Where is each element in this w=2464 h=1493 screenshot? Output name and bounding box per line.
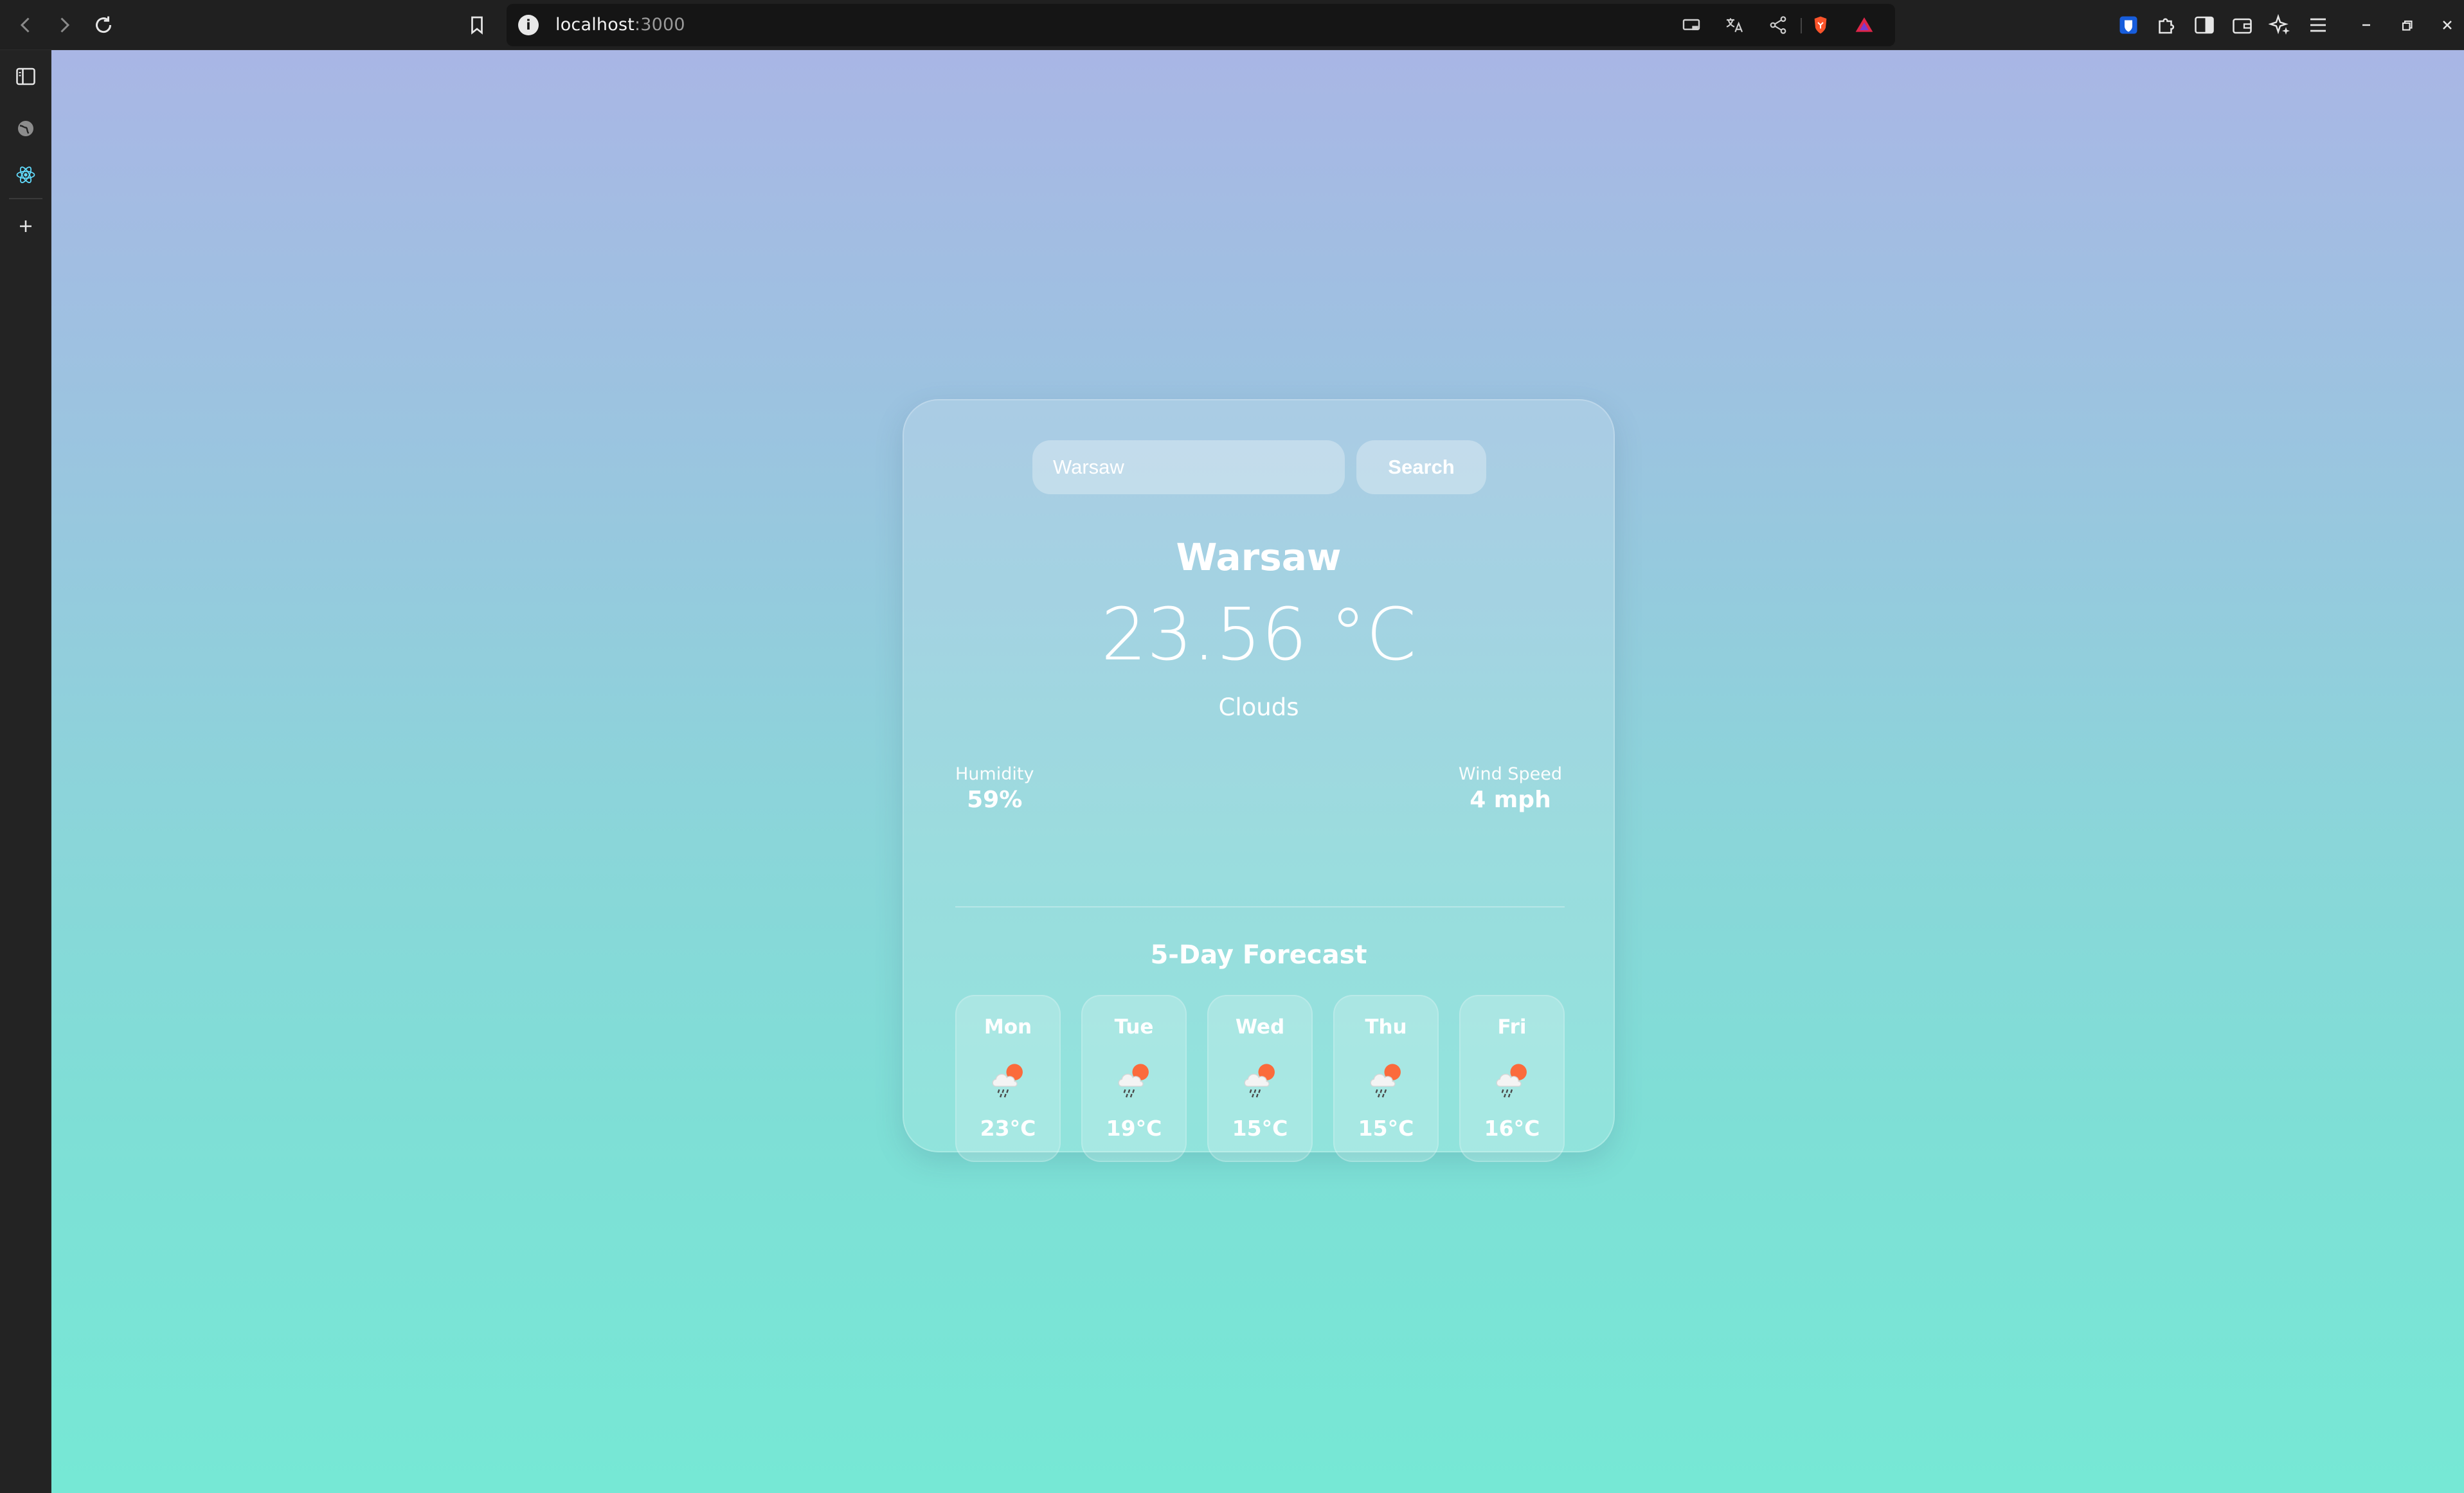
humidity-stat: Humidity 59%: [955, 764, 1034, 813]
forecast-day-temp: 23°C: [980, 1116, 1036, 1141]
bitwarden-extension-icon[interactable]: [2113, 10, 2144, 40]
url-separator: [1801, 18, 1802, 33]
forecast-day-name: Mon: [984, 1015, 1032, 1039]
wind-speed-stat: Wind Speed 4 mph: [1459, 764, 1562, 813]
divider: [955, 906, 1565, 907]
city-name: Warsaw: [1176, 535, 1342, 579]
site-info-icon[interactable]: i: [518, 15, 539, 35]
reload-icon[interactable]: [88, 10, 119, 40]
leo-ai-icon[interactable]: [2265, 10, 2296, 40]
sidebar-toggle-icon[interactable]: [2189, 10, 2220, 40]
wind-speed-value: 4 mph: [1470, 787, 1551, 813]
cloud-sun-rain-icon: [1496, 1064, 1527, 1098]
cloud-sun-rain-icon: [1244, 1064, 1275, 1098]
forecast-day-card: Fri 16°C: [1459, 995, 1565, 1162]
brave-rewards-icon[interactable]: [1852, 13, 1876, 37]
translate-icon[interactable]: [1722, 13, 1747, 37]
forecast-day-temp: 16°C: [1484, 1116, 1540, 1141]
share-icon[interactable]: [1766, 13, 1790, 37]
extensions-icon[interactable]: [2151, 10, 2182, 40]
humidity-label: Humidity: [955, 764, 1034, 784]
sidebar-separator: [9, 198, 42, 199]
search-button[interactable]: Search: [1356, 440, 1486, 494]
forecast-day-name: Tue: [1114, 1015, 1154, 1039]
address-bar[interactable]: i localhost:3000: [507, 4, 1895, 46]
forecast-day-card: Thu 15°C: [1333, 995, 1439, 1162]
forecast-day-name: Thu: [1365, 1015, 1407, 1039]
url-text[interactable]: localhost:3000: [555, 15, 685, 35]
forecast-title: 5-Day Forecast: [1150, 940, 1367, 970]
globe-icon[interactable]: [10, 113, 41, 144]
forecast-day-temp: 19°C: [1106, 1116, 1162, 1141]
forecast-day-card: Wed 15°C: [1207, 995, 1313, 1162]
browser-window: i localhost:3000 Warsaw Search Warsaw 23…: [0, 0, 2464, 1493]
minimize-icon[interactable]: [2351, 10, 2382, 40]
forecast-day-temp: 15°C: [1232, 1116, 1288, 1141]
cast-icon[interactable]: [1679, 13, 1704, 37]
close-icon[interactable]: [2432, 10, 2463, 40]
restore-icon[interactable]: [2391, 10, 2422, 40]
forecast-day-temp: 15°C: [1358, 1116, 1414, 1141]
brave-shields-icon[interactable]: [1808, 13, 1833, 37]
current-temperature: 23.56 °C: [1101, 593, 1417, 677]
url-port: :3000: [634, 15, 685, 35]
forward-icon[interactable]: [49, 10, 80, 40]
browser-sidebar: [0, 50, 51, 1493]
humidity-value: 59%: [967, 787, 1023, 813]
sidebar-panel-icon[interactable]: [10, 61, 41, 92]
weather-condition: Clouds: [1218, 693, 1299, 721]
wind-speed-label: Wind Speed: [1458, 764, 1562, 784]
forecast-day-name: Fri: [1497, 1015, 1527, 1039]
cloud-sun-rain-icon: [992, 1064, 1023, 1098]
forecast-day-card: Tue 19°C: [1081, 995, 1187, 1162]
page-background: Search Warsaw 23.56 °C Clouds Humidity 5…: [51, 50, 2464, 1493]
react-app-icon[interactable]: [10, 159, 41, 190]
weather-card: Search Warsaw 23.56 °C Clouds Humidity 5…: [903, 399, 1615, 1162]
forecast-day-card: Mon 23°C: [955, 995, 1061, 1162]
cloud-sun-rain-icon: [1118, 1064, 1149, 1098]
cloud-sun-rain-icon: [1370, 1064, 1401, 1098]
browser-toolbar: i localhost:3000: [0, 0, 2464, 50]
city-search-input[interactable]: [1032, 440, 1345, 494]
menu-icon[interactable]: [2303, 10, 2334, 40]
forecast-day-name: Wed: [1235, 1015, 1285, 1039]
add-icon[interactable]: [10, 211, 41, 242]
bookmark-icon[interactable]: [462, 10, 492, 40]
forecast-list: Mon 23°C Tue 19°C Wed 15°C Thu 15°C Fri …: [955, 995, 1565, 1162]
url-host: localhost: [555, 15, 634, 35]
wallet-icon[interactable]: [2227, 10, 2258, 40]
back-icon[interactable]: [10, 10, 41, 40]
